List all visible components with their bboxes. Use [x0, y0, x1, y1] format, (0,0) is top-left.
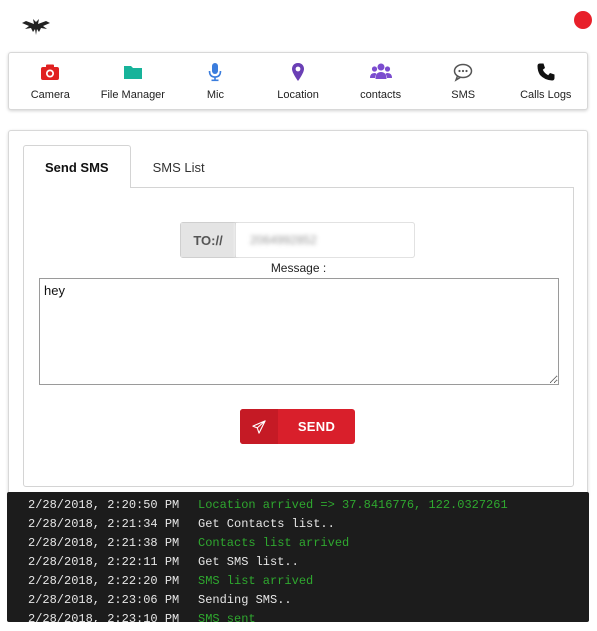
tab-bar: Send SMS SMS List	[23, 145, 227, 188]
toolbar-contacts-label: contacts	[360, 89, 402, 101]
feature-toolbar: Camera File Manager Mic Location contact…	[8, 52, 588, 110]
send-button[interactable]: SEND	[240, 409, 355, 444]
console-log[interactable]: 2/28/2018, 2:20:50 PM Location arrived =>…	[7, 492, 589, 622]
toolbar-calls-logs-label: Calls Logs	[520, 89, 572, 101]
toolbar-location-button[interactable]: Location	[257, 53, 340, 109]
log-timestamp: 2/28/2018, 2:22:11 PM	[28, 555, 180, 569]
status-indicator	[574, 11, 592, 29]
send-sms-form: TO:// Message : hey SEND	[23, 187, 574, 487]
toolbar-file-manager-button[interactable]: File Manager	[92, 53, 175, 109]
tab-send-sms[interactable]: Send SMS	[23, 145, 131, 188]
toolbar-sms-button[interactable]: SMS	[422, 53, 505, 109]
users-icon	[369, 63, 392, 79]
toolbar-location-label: Location	[277, 89, 319, 101]
log-message: SMS sent	[198, 612, 256, 622]
log-message: Get SMS list..	[198, 555, 299, 569]
toolbar-camera-button[interactable]: Camera	[9, 53, 92, 109]
top-bar	[0, 0, 597, 48]
map-marker-icon	[292, 63, 305, 81]
log-line: 2/28/2018, 2:21:38 PM Contacts list arriv…	[7, 534, 589, 553]
message-label: Message :	[270, 261, 327, 275]
to-label: TO://	[181, 223, 236, 257]
log-timestamp: 2/28/2018, 2:21:34 PM	[28, 517, 180, 531]
log-timestamp: 2/28/2018, 2:23:06 PM	[28, 593, 180, 607]
log-line: 2/28/2018, 2:23:10 PM SMS sent	[7, 610, 589, 622]
log-message: SMS list arrived	[198, 574, 314, 588]
log-line: 2/28/2018, 2:22:20 PM SMS list arrived	[7, 572, 589, 591]
log-message: Sending SMS..	[198, 593, 292, 607]
camera-icon	[41, 64, 60, 80]
log-line: 2/28/2018, 2:22:11 PM Get SMS list..	[7, 553, 589, 572]
recipient-input-group: TO://	[180, 222, 415, 258]
sms-panel: Send SMS SMS List TO:// Message : hey SE…	[8, 130, 588, 500]
toolbar-mic-label: Mic	[206, 89, 224, 101]
log-message: Get Contacts list..	[198, 517, 335, 531]
eagle-logo-icon	[22, 19, 50, 35]
send-icon-box	[240, 409, 278, 444]
recipient-number-input[interactable]	[236, 223, 414, 257]
toolbar-camera-label: Camera	[30, 89, 70, 101]
message-textarea[interactable]: hey	[39, 278, 559, 385]
toolbar-sms-label: SMS	[451, 89, 476, 101]
log-timestamp: 2/28/2018, 2:20:50 PM	[28, 498, 180, 512]
tab-sms-list[interactable]: SMS List	[131, 145, 227, 188]
log-message: Location arrived => 37.8416776, 122.0327…	[198, 498, 508, 512]
send-label: SEND	[297, 419, 336, 434]
log-timestamp: 2/28/2018, 2:23:10 PM	[28, 612, 180, 622]
log-line: 2/28/2018, 2:23:06 PM Sending SMS..	[7, 591, 589, 610]
log-line: 2/28/2018, 2:21:34 PM Get Contacts list..	[7, 515, 589, 534]
log-line: 2/28/2018, 2:20:50 PM Location arrived =>…	[7, 496, 589, 515]
toolbar-file-manager-label: File Manager	[100, 89, 165, 101]
log-message: Contacts list arrived	[198, 536, 350, 550]
folder-icon	[123, 66, 142, 79]
phone-icon	[537, 63, 555, 81]
toolbar-calls-logs-button[interactable]: Calls Logs	[504, 53, 587, 109]
log-timestamp: 2/28/2018, 2:22:20 PM	[28, 574, 180, 588]
microphone-icon	[209, 63, 222, 82]
paper-plane-icon	[252, 419, 266, 434]
toolbar-contacts-button[interactable]: contacts	[339, 53, 422, 109]
toolbar-mic-button[interactable]: Mic	[174, 53, 257, 109]
chat-bubble-icon	[453, 63, 473, 82]
log-timestamp: 2/28/2018, 2:21:38 PM	[28, 536, 180, 550]
